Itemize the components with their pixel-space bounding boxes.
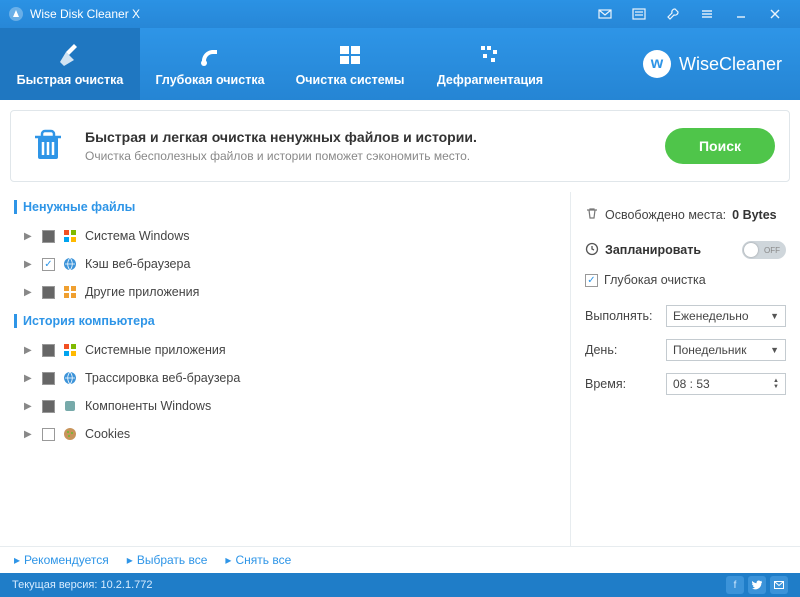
defrag-icon [476,41,504,69]
list-item[interactable]: ▶ Кэш веб-браузера [10,250,560,278]
recommend-link[interactable]: ▸ Рекомендуется [14,553,109,567]
run-select[interactable]: Еженедельно▼ [666,305,786,327]
tab-label: Глубокая очистка [155,73,264,87]
list-item[interactable]: ▶ Другие приложения [10,278,560,306]
schedule-title: Запланировать [585,242,701,259]
freed-label: Освобождено места: [605,208,726,222]
checkbox[interactable] [42,372,55,385]
component-icon [63,399,77,413]
close-icon[interactable] [758,0,792,28]
tools-icon[interactable] [656,0,690,28]
tab-label: Быстрая очистка [17,73,124,87]
windows-icon [336,41,364,69]
hero-panel: Быстрая и легкая очистка ненужных файлов… [10,110,790,182]
hero-title: Быстрая и легкая очистка ненужных файлов… [85,129,651,145]
deep-clean-option[interactable]: Глубокая очистка [585,269,786,299]
checkbox[interactable] [42,258,55,271]
link-bar: ▸ Рекомендуется ▸ Выбрать все ▸ Снять вс… [0,546,800,573]
item-label: Система Windows [85,229,190,243]
item-label: Трассировка веб-браузера [85,371,240,385]
version-label: Текущая версия: [12,579,97,591]
checkbox[interactable] [42,428,55,441]
brand-logo-icon: w [643,50,671,78]
list-item[interactable]: ▶ Компоненты Windows [10,392,560,420]
freed-value: 0 Bytes [732,208,776,222]
item-label: Системные приложения [85,343,226,357]
schedule-toggle[interactable]: OFF [742,241,786,259]
tab-label: Дефрагментация [437,73,543,87]
brand: w WiseCleaner [643,28,800,100]
version-value: 10.2.1.772 [101,579,153,591]
app-title: Wise Disk Cleaner X [30,7,140,21]
chevron-right-icon[interactable]: ▶ [24,259,34,270]
item-label: Кэш веб-браузера [85,257,190,271]
select-all-link[interactable]: ▸ Выбрать все [127,553,208,567]
mail-icon[interactable] [588,0,622,28]
checkbox[interactable] [42,286,55,299]
checkbox[interactable] [42,230,55,243]
title-bar: Wise Disk Cleaner X [0,0,800,28]
item-label: Компоненты Windows [85,399,211,413]
trash-small-icon [585,206,599,223]
checkbox[interactable] [585,274,598,287]
checkbox[interactable] [42,344,55,357]
minimize-icon[interactable] [724,0,758,28]
facebook-icon[interactable]: f [726,576,744,594]
chevron-right-icon[interactable]: ▶ [24,231,34,242]
twitter-icon[interactable] [748,576,766,594]
day-label: День: [585,343,617,357]
broom-icon [56,41,84,69]
tab-system-clean[interactable]: Очистка системы [280,28,420,100]
mail-status-icon[interactable] [770,576,788,594]
deselect-link[interactable]: ▸ Снять все [225,553,291,567]
cookie-icon [63,427,77,441]
chevron-right-icon[interactable]: ▶ [24,345,34,356]
chevron-down-icon: ▼ [770,345,779,355]
time-input[interactable]: 08 : 53▲▼ [666,373,786,395]
item-label: Cookies [85,427,130,441]
list-item[interactable]: ▶ Системные приложения [10,336,560,364]
app-icon [8,6,24,22]
chevron-right-icon[interactable]: ▶ [24,401,34,412]
chevron-right-icon[interactable]: ▶ [24,373,34,384]
status-bar: Текущая версия: 10.2.1.772 f [0,573,800,597]
toolbar: Быстрая очистка Глубокая очистка Очистка… [0,28,800,100]
list-item[interactable]: ▶ Трассировка веб-браузера [10,364,560,392]
tab-defrag[interactable]: Дефрагментация [420,28,560,100]
windows-flag-icon [63,229,77,243]
spinner-icon[interactable]: ▲▼ [773,378,779,390]
time-label: Время: [585,377,626,391]
clock-icon [585,242,599,259]
chevron-right-icon[interactable]: ▶ [24,287,34,298]
freed-space: Освобождено места: 0 Bytes [585,202,786,235]
search-button[interactable]: Поиск [665,128,775,164]
tab-deep-clean[interactable]: Глубокая очистка [140,28,280,100]
tab-quick-clean[interactable]: Быстрая очистка [0,28,140,100]
windows-flag-icon [63,343,77,357]
deep-clean-label: Глубокая очистка [604,273,706,287]
section-junk-files: Ненужные файлы [10,192,560,222]
vacuum-icon [196,41,224,69]
list-item[interactable]: ▶ Система Windows [10,222,560,250]
day-select[interactable]: Понедельник▼ [666,339,786,361]
globe-icon [63,371,77,385]
section-history: История компьютера [10,306,560,336]
checkbox[interactable] [42,400,55,413]
item-label: Другие приложения [85,285,199,299]
tab-label: Очистка системы [296,73,405,87]
hero-subtitle: Очистка бесполезных файлов и истории пом… [85,149,651,163]
categories-panel: Ненужные файлы ▶ Система Windows ▶ Кэш в… [0,192,570,546]
list-item[interactable]: ▶ Cookies [10,420,560,448]
news-icon[interactable] [622,0,656,28]
chevron-right-icon[interactable]: ▶ [24,429,34,440]
chevron-down-icon: ▼ [770,311,779,321]
brand-label: WiseCleaner [679,54,782,75]
side-panel: Освобождено места: 0 Bytes Запланировать… [570,192,800,546]
trash-icon [25,123,71,169]
run-label: Выполнять: [585,309,652,323]
menu-icon[interactable] [690,0,724,28]
apps-icon [63,285,77,299]
globe-icon [63,257,77,271]
